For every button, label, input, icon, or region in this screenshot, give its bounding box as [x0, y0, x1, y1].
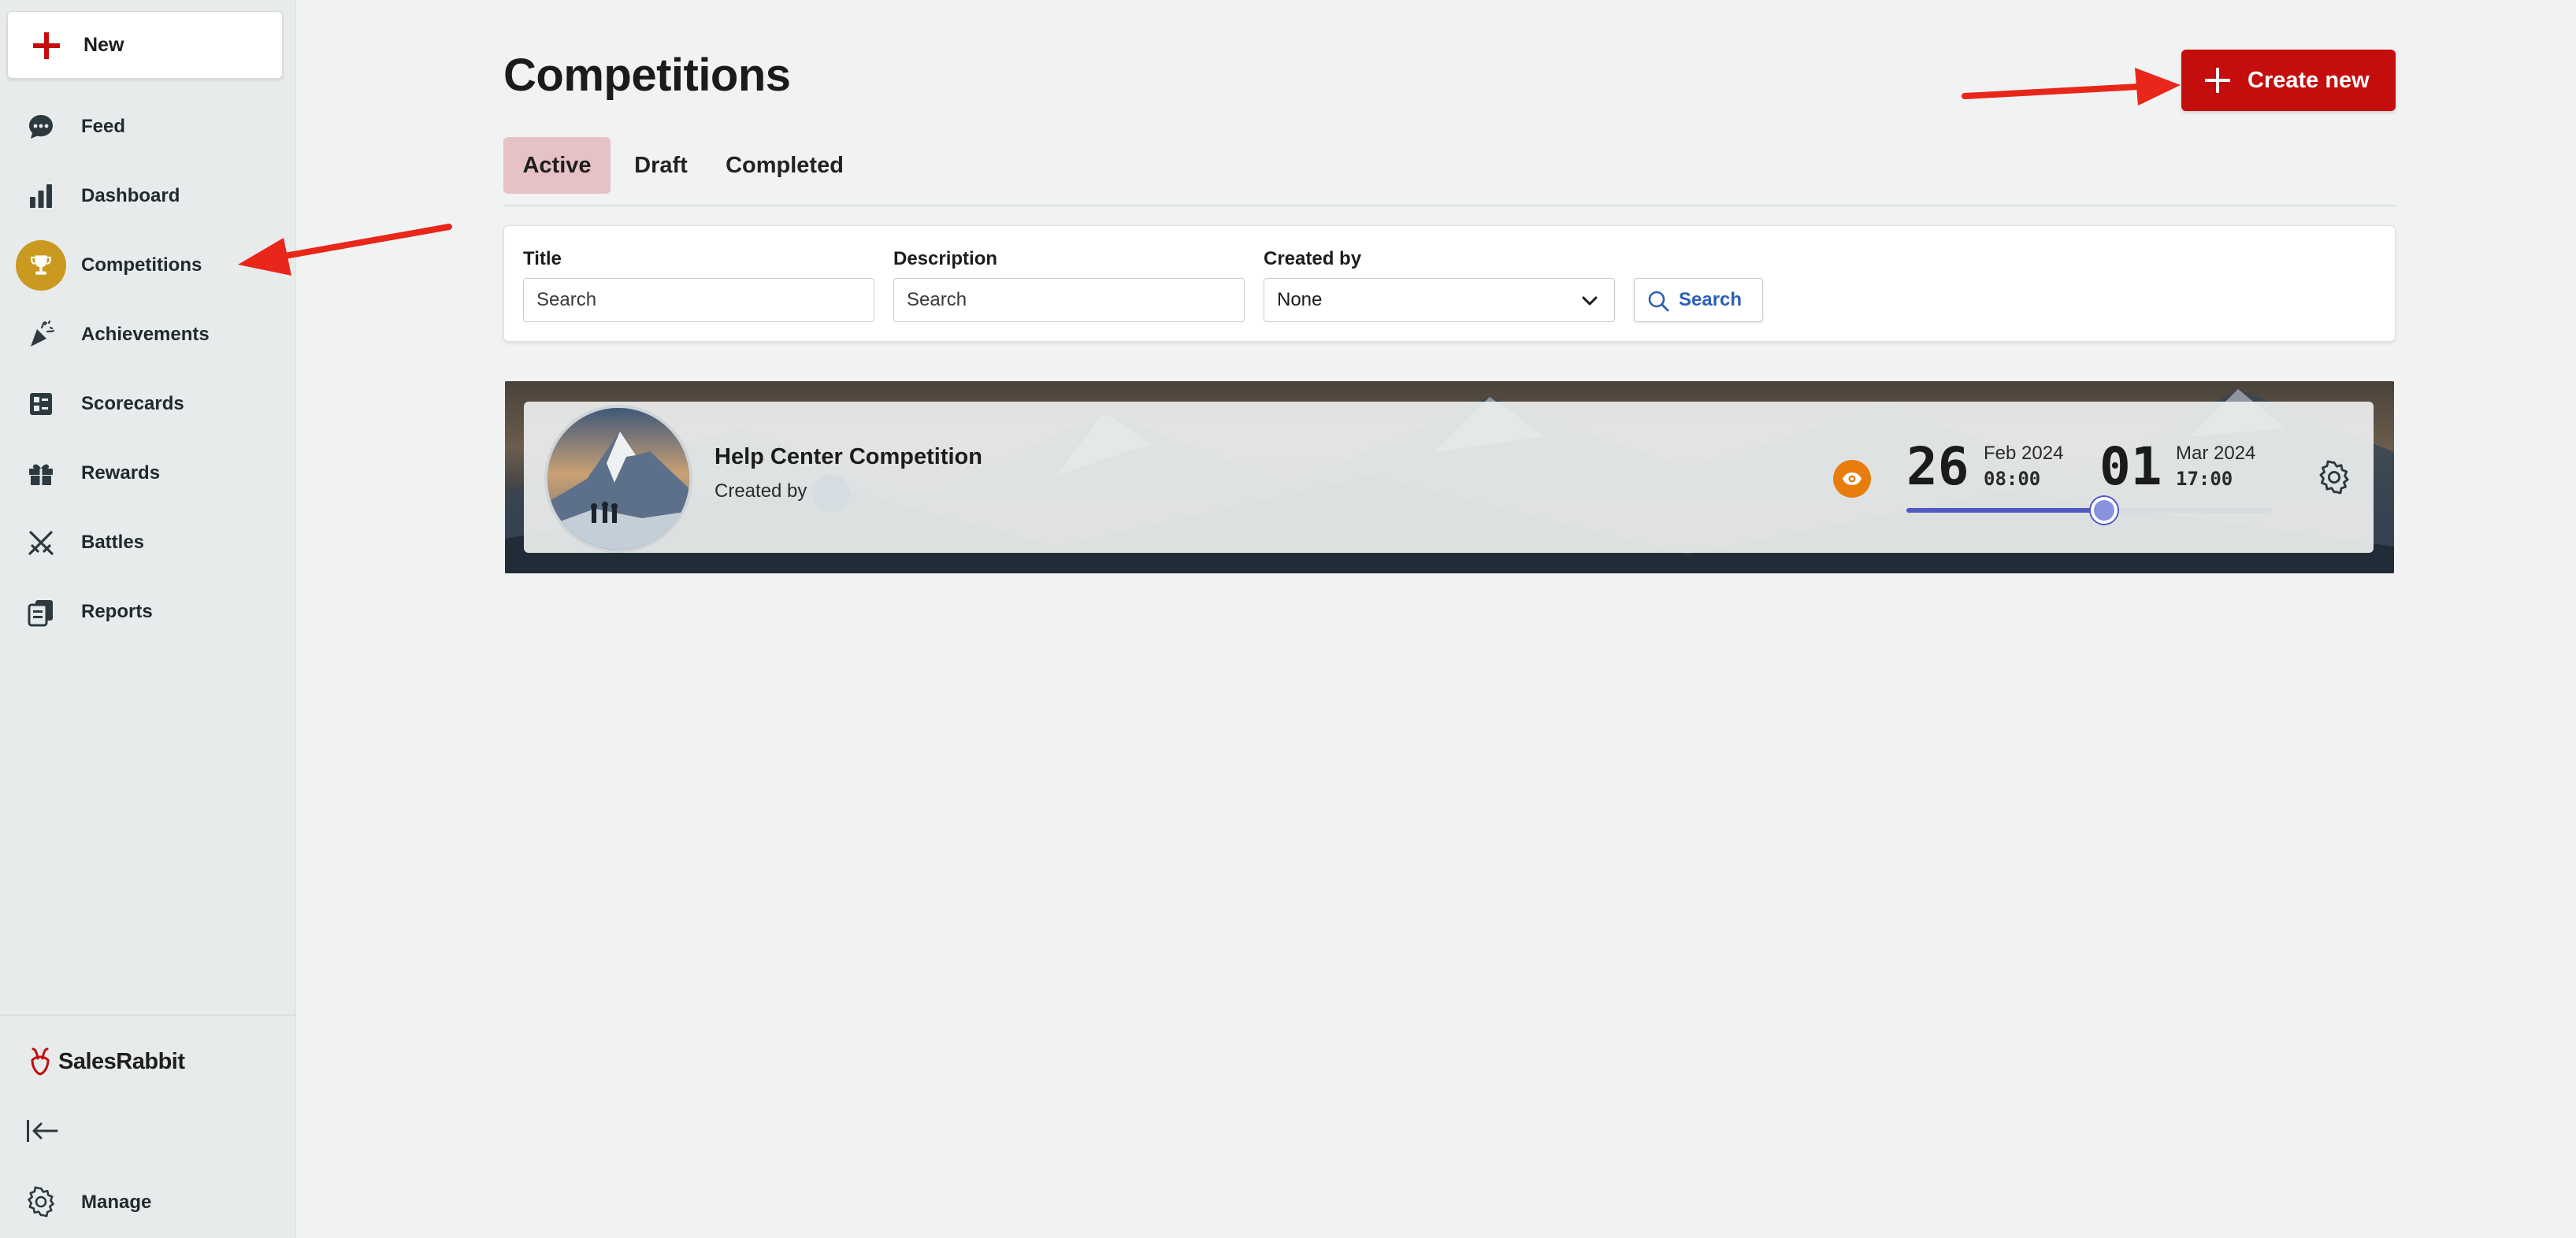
sidebar-item-label: Dashboard	[81, 185, 180, 206]
sidebar-divider	[0, 1014, 296, 1016]
end-day: 01	[2099, 436, 2162, 497]
plus-icon	[2205, 68, 2230, 93]
sidebar-item-label: Reports	[81, 601, 153, 622]
chevron-down-icon	[1582, 296, 1598, 306]
create-new-label: Create new	[2248, 67, 2370, 93]
manage-label: Manage	[81, 1192, 152, 1213]
sidebar-item-scorecards[interactable]: Scorecards	[0, 376, 296, 432]
eye-icon	[1843, 473, 1861, 485]
annotation-arrow-create-new	[1962, 68, 2181, 106]
brand-name: SalesRabbit	[58, 1048, 185, 1074]
page-title: Competitions	[503, 50, 791, 101]
bar-chart-icon	[16, 176, 66, 217]
crossed-swords-icon	[16, 522, 66, 563]
chat-bubble-icon	[16, 106, 66, 147]
sidebar-item-feed[interactable]: Feed	[0, 98, 296, 155]
settings-gear-icon[interactable]	[2317, 460, 2351, 495]
brand-logo: SalesRabbit	[28, 1047, 185, 1076]
gear-icon	[28, 1186, 54, 1218]
start-month-year: Feb 2024	[1984, 443, 2064, 464]
sidebar-item-label: Rewards	[81, 462, 161, 484]
annotation-arrow-competitions	[238, 224, 452, 276]
end-month-year: Mar 2024	[2176, 443, 2256, 464]
description-filter-label: Description	[893, 248, 998, 269]
sidebar-item-battles[interactable]: Battles	[0, 514, 296, 571]
search-button[interactable]: Search	[1634, 278, 1763, 322]
competition-progress-slider[interactable]	[1906, 497, 2272, 524]
tabs-divider	[503, 205, 2396, 206]
visibility-button[interactable]	[1833, 460, 1871, 498]
tab-draft[interactable]: Draft	[622, 137, 700, 194]
trophy-icon	[16, 240, 66, 291]
sidebar-item-label: Achievements	[81, 324, 210, 345]
created-by-label: Created by	[715, 480, 807, 502]
scorecard-icon	[16, 384, 66, 424]
sidebar-item-reports[interactable]: Reports	[0, 584, 296, 640]
progress-fill	[1906, 508, 2104, 513]
competition-card-body: Help Center Competition Created by 26 Fe…	[524, 402, 2374, 553]
title-search-input[interactable]	[523, 278, 874, 322]
gift-icon	[16, 453, 66, 494]
sidebar: New Feed Dashboard Competitions Achievem…	[0, 0, 296, 1238]
competition-title[interactable]: Help Center Competition	[715, 444, 982, 470]
creator-avatar	[812, 474, 850, 512]
manage-button[interactable]: Manage	[0, 1173, 296, 1230]
rabbit-logo-icon	[31, 1047, 50, 1076]
start-day: 26	[1906, 436, 1969, 497]
start-time: 08:00	[1984, 468, 2041, 490]
tab-active[interactable]: Active	[503, 137, 611, 194]
new-button[interactable]: New	[7, 11, 283, 79]
sidebar-item-achievements[interactable]: Achievements	[0, 306, 296, 363]
reports-icon	[16, 591, 66, 632]
tab-completed[interactable]: Completed	[711, 137, 858, 194]
competition-card[interactable]: Help Center Competition Created by 26 Fe…	[505, 381, 2394, 573]
progress-handle[interactable]	[2090, 497, 2118, 524]
sidebar-item-rewards[interactable]: Rewards	[0, 445, 296, 502]
created-by-select[interactable]: None	[1264, 278, 1615, 322]
sidebar-item-label: Competitions	[81, 254, 202, 276]
competition-image	[544, 405, 692, 553]
new-button-label: New	[84, 33, 124, 56]
party-popper-icon	[16, 314, 66, 355]
sidebar-item-label: Feed	[81, 116, 126, 137]
plus-icon	[33, 32, 60, 59]
created-by-filter-label: Created by	[1264, 248, 1362, 269]
collapse-sidebar-icon[interactable]	[25, 1117, 60, 1145]
sidebar-item-dashboard[interactable]: Dashboard	[0, 168, 296, 224]
create-new-button[interactable]: Create new	[2181, 50, 2396, 111]
filter-panel: Title Description Created by None Search	[503, 225, 2396, 342]
created-by-value: None	[1277, 289, 1323, 310]
end-time: 17:00	[2176, 468, 2233, 490]
title-filter-label: Title	[523, 248, 562, 269]
sidebar-item-label: Scorecards	[81, 393, 184, 414]
search-icon	[1648, 291, 1669, 312]
search-button-label: Search	[1679, 289, 1743, 310]
sidebar-item-label: Battles	[81, 532, 145, 553]
description-search-input[interactable]	[893, 278, 1245, 322]
